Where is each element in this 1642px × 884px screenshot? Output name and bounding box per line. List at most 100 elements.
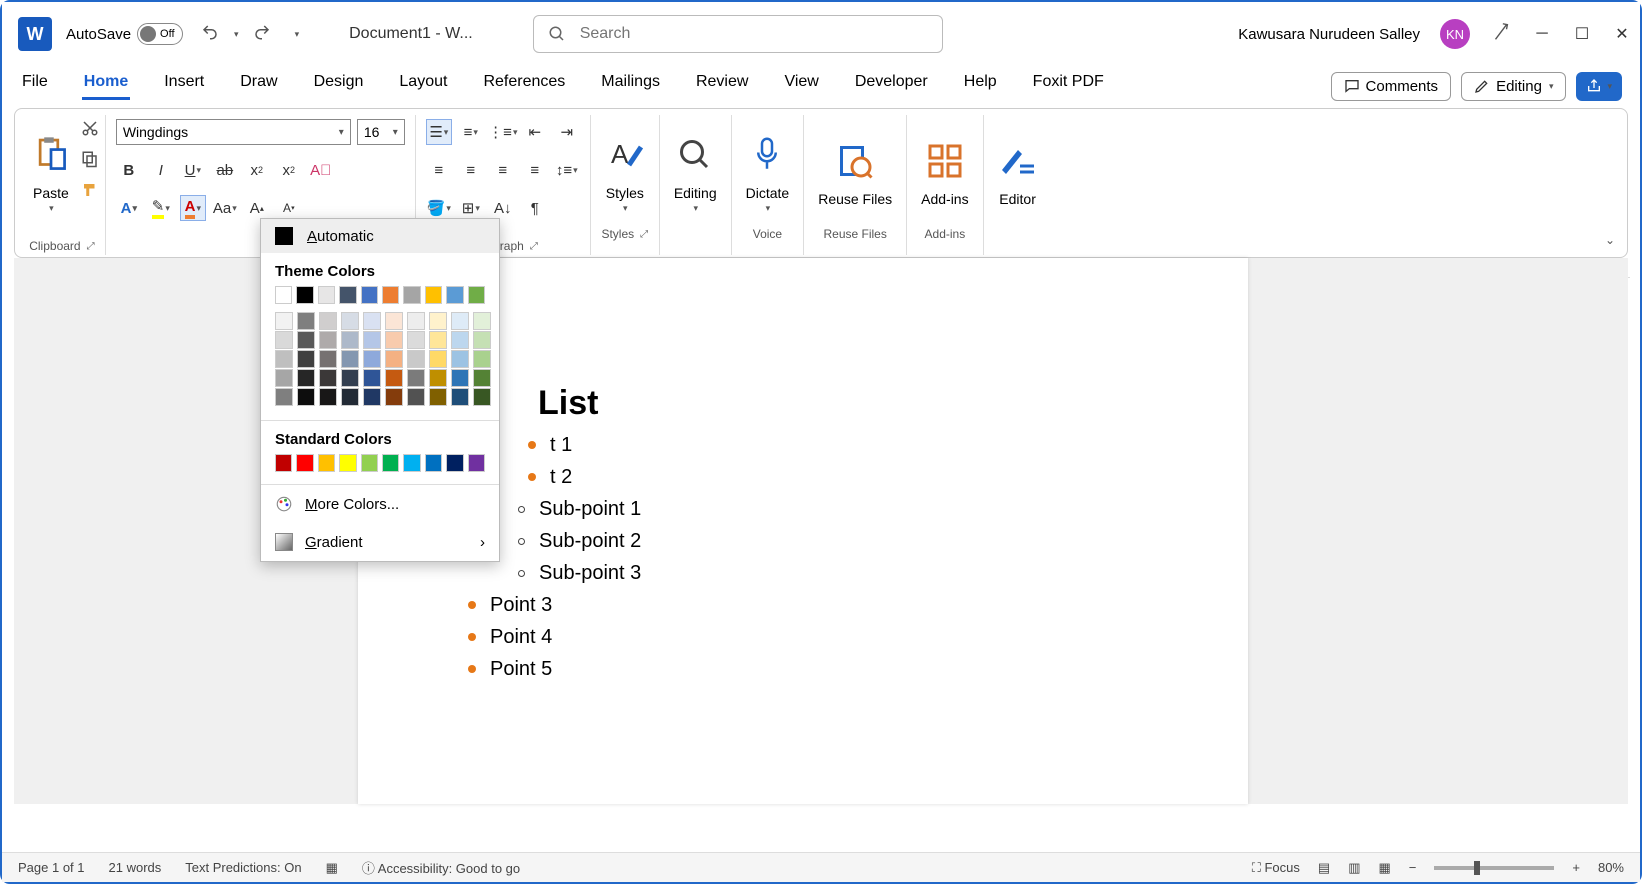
color-swatch[interactable] [361,454,378,472]
tab-foxit-pdf[interactable]: Foxit PDF [1031,73,1106,100]
coming-soon-icon[interactable] [1490,21,1512,48]
tab-help[interactable]: Help [962,73,999,100]
font-size-combo[interactable]: 16▾ [357,119,405,145]
color-swatch[interactable] [297,350,315,368]
user-avatar[interactable]: KN [1440,19,1470,49]
color-swatch[interactable] [275,331,293,349]
color-swatch[interactable] [451,388,469,406]
color-swatch[interactable] [451,331,469,349]
increase-indent-button[interactable]: ⇥ [554,119,580,145]
color-swatch[interactable] [407,388,425,406]
copy-button[interactable] [81,150,99,173]
reuse-files-button[interactable]: Reuse Files [810,115,900,225]
subscript-button[interactable]: x2 [244,157,270,183]
show-marks-button[interactable]: ¶ [522,195,548,221]
numbering-button[interactable]: ≡▾ [458,119,484,145]
color-swatch[interactable] [341,369,359,387]
page-status[interactable]: Page 1 of 1 [18,860,85,875]
undo-button[interactable] [201,23,219,46]
color-swatch[interactable] [429,350,447,368]
gradient-button[interactable]: Gradient › [261,523,499,561]
color-swatch[interactable] [429,312,447,330]
color-swatch[interactable] [319,312,337,330]
more-colors-button[interactable]: More Colors... [261,485,499,523]
read-mode-button[interactable]: ▤ [1318,860,1330,876]
maximize-button[interactable]: ☐ [1572,24,1592,44]
align-left-button[interactable]: ≡ [426,157,452,183]
color-swatch[interactable] [275,388,293,406]
collapse-ribbon-button[interactable]: ⌄ [1605,233,1615,247]
color-swatch[interactable] [339,286,356,304]
color-swatch[interactable] [407,312,425,330]
accessibility-status[interactable]: ⓘ Accessibility: Good to go [362,858,520,877]
zoom-in-button[interactable]: + [1572,860,1580,875]
styles-launcher[interactable]: ⤢ [640,229,648,240]
font-name-combo[interactable]: Wingdings▾ [116,119,351,145]
tab-mailings[interactable]: Mailings [599,73,662,100]
strikethrough-button[interactable]: ab [212,157,238,183]
color-swatch[interactable] [275,369,293,387]
color-swatch[interactable] [451,312,469,330]
macro-icon[interactable]: ▦ [326,860,338,876]
clipboard-launcher[interactable]: ⤢ [87,241,95,252]
color-automatic[interactable]: AAutomaticutomatic [261,219,499,253]
color-swatch[interactable] [275,286,292,304]
color-swatch[interactable] [385,369,403,387]
color-swatch[interactable] [382,286,399,304]
color-swatch[interactable] [385,388,403,406]
color-swatch[interactable] [363,350,381,368]
qat-customize-dropdown[interactable]: ▾ [295,29,300,40]
line-spacing-button[interactable]: ↕≡▾ [554,157,580,183]
color-swatch[interactable] [407,331,425,349]
color-swatch[interactable] [473,350,491,368]
color-swatch[interactable] [339,454,356,472]
color-swatch[interactable] [407,350,425,368]
zoom-slider[interactable] [1434,866,1554,870]
color-swatch[interactable] [341,312,359,330]
undo-dropdown[interactable]: ▾ [234,29,239,40]
dictate-button[interactable]: Dictate▾ [738,115,798,225]
paragraph-launcher[interactable]: ⤢ [530,241,538,252]
color-swatch[interactable] [473,312,491,330]
focus-mode-button[interactable]: ⛶ Focus [1252,860,1300,876]
color-swatch[interactable] [275,312,293,330]
color-swatch[interactable] [468,286,485,304]
color-swatch[interactable] [385,331,403,349]
editing-button[interactable]: Editing▾ [666,115,725,225]
align-center-button[interactable]: ≡ [458,157,484,183]
color-swatch[interactable] [297,369,315,387]
color-swatch[interactable] [318,454,335,472]
color-swatch[interactable] [473,388,491,406]
editing-mode-button[interactable]: Editing▾ [1461,72,1566,101]
styles-button[interactable]: A Styles▾ [597,115,653,225]
color-swatch[interactable] [382,454,399,472]
bullets-button[interactable]: ☰▾ [426,119,452,145]
tab-review[interactable]: Review [694,73,750,100]
color-swatch[interactable] [473,331,491,349]
color-swatch[interactable] [341,388,359,406]
color-swatch[interactable] [319,350,337,368]
user-name[interactable]: Kawusara Nurudeen Salley [1238,26,1420,43]
italic-button[interactable]: I [148,157,174,183]
editor-button[interactable]: Editor [990,115,1046,225]
color-swatch[interactable] [425,454,442,472]
change-case-button[interactable]: Aa▾ [212,195,238,221]
autosave-toggle[interactable]: AutoSave Off [66,23,183,45]
color-swatch[interactable] [297,331,315,349]
color-swatch[interactable] [297,388,315,406]
color-swatch[interactable] [403,286,420,304]
redo-button[interactable] [253,23,271,46]
color-swatch[interactable] [363,388,381,406]
share-button[interactable]: ▾ [1576,72,1622,101]
superscript-button[interactable]: x2 [276,157,302,183]
color-swatch[interactable] [319,331,337,349]
color-swatch[interactable] [319,369,337,387]
color-swatch[interactable] [385,350,403,368]
color-swatch[interactable] [451,369,469,387]
color-swatch[interactable] [361,286,378,304]
tab-insert[interactable]: Insert [162,73,206,100]
justify-button[interactable]: ≡ [522,157,548,183]
tab-home[interactable]: Home [82,73,130,100]
color-swatch[interactable] [318,286,335,304]
color-swatch[interactable] [363,312,381,330]
